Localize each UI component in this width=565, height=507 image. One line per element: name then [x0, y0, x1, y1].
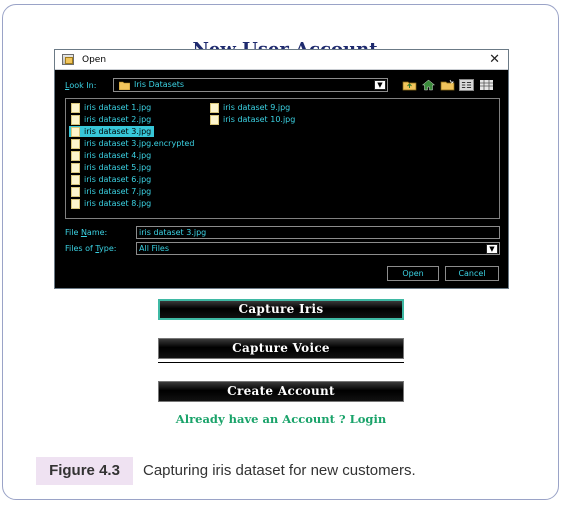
chevron-down-icon[interactable]: ▼	[486, 244, 498, 254]
list-view-icon[interactable]	[459, 79, 474, 91]
file-list-item[interactable]: iris dataset 3.jpg.encrypted	[69, 138, 194, 149]
chevron-down-icon[interactable]: ▼	[374, 80, 386, 90]
file-name: iris dataset 4.jpg	[84, 151, 152, 160]
open-button[interactable]: Open	[387, 266, 439, 281]
file-icon	[71, 115, 80, 125]
file-icon	[210, 115, 219, 125]
login-link[interactable]: Already have an Account ? Login	[158, 412, 404, 426]
file-name: iris dataset 7.jpg	[84, 187, 152, 196]
file-list-item[interactable]: iris dataset 7.jpg	[69, 186, 151, 197]
file-icon	[71, 163, 80, 173]
figure-caption: Capturing iris dataset for new customers…	[143, 462, 416, 479]
close-icon[interactable]: ✕	[489, 50, 500, 70]
page-title: New User Account	[192, 39, 378, 50]
file-list-item[interactable]: iris dataset 1.jpg	[69, 102, 151, 113]
file-list-item[interactable]: iris dataset 4.jpg	[69, 150, 151, 161]
capture-voice-button[interactable]: Capture Voice	[158, 338, 404, 359]
look-in-label: Look In:	[65, 81, 97, 90]
capture-iris-button[interactable]: Capture Iris	[158, 299, 404, 320]
file-icon	[71, 199, 80, 209]
files-of-type-combo[interactable]: All Files ▼	[136, 242, 500, 255]
file-name: iris dataset 3.jpg.encrypted	[84, 139, 195, 148]
file-icon	[71, 187, 80, 197]
details-view-icon[interactable]	[479, 79, 494, 91]
file-name-label: File Name:	[65, 228, 108, 237]
figure-label: Figure 4.3	[36, 457, 133, 485]
file-icon	[71, 139, 80, 149]
file-name: iris dataset 9.jpg	[223, 103, 291, 112]
create-account-button[interactable]: Create Account	[158, 381, 404, 402]
java-app-icon	[62, 54, 74, 65]
file-list-item[interactable]: iris dataset 10.jpg	[208, 114, 295, 125]
dialog-titlebar[interactable]: Open ✕	[55, 50, 508, 70]
file-list-item[interactable]: iris dataset 9.jpg	[208, 102, 290, 113]
file-name-input[interactable]: iris dataset 3.jpg	[136, 226, 500, 239]
file-list[interactable]: iris dataset 1.jpg iris dataset 2.jpg iris…	[65, 98, 500, 219]
dialog-title: Open	[82, 55, 107, 65]
look-in-value: Iris Datasets	[134, 80, 185, 89]
file-list-item[interactable]: iris dataset 2.jpg	[69, 114, 151, 125]
file-icon	[71, 151, 80, 161]
home-icon[interactable]	[421, 79, 436, 91]
file-list-item[interactable]: iris dataset 6.jpg	[69, 174, 151, 185]
cancel-button[interactable]: Cancel	[445, 266, 499, 281]
file-list-item[interactable]: iris dataset 5.jpg	[69, 162, 151, 173]
file-name: iris dataset 2.jpg	[84, 115, 152, 124]
file-name: iris dataset 8.jpg	[84, 199, 152, 208]
file-name: iris dataset 3.jpg	[84, 127, 152, 136]
file-name: iris dataset 5.jpg	[84, 163, 152, 172]
file-icon	[210, 103, 219, 113]
divider	[158, 362, 404, 363]
file-icon	[71, 175, 80, 185]
look-in-combo[interactable]: Iris Datasets ▼	[113, 78, 388, 92]
new-folder-icon[interactable]	[440, 79, 455, 91]
file-list-item[interactable]: iris dataset 3.jpg	[69, 126, 155, 137]
file-list-item[interactable]: iris dataset 8.jpg	[69, 198, 151, 209]
file-name: iris dataset 1.jpg	[84, 103, 152, 112]
folder-icon	[119, 81, 130, 90]
up-folder-icon[interactable]	[402, 79, 417, 91]
file-name: iris dataset 10.jpg	[223, 115, 296, 124]
file-icon	[71, 127, 80, 137]
files-of-type-value: All Files	[139, 244, 170, 253]
open-dialog: Open ✕ Look In: Iris Datasets ▼ iris dat…	[54, 49, 509, 289]
file-icon	[71, 103, 80, 113]
files-of-type-label: Files of Type:	[65, 244, 117, 253]
file-name: iris dataset 6.jpg	[84, 175, 152, 184]
